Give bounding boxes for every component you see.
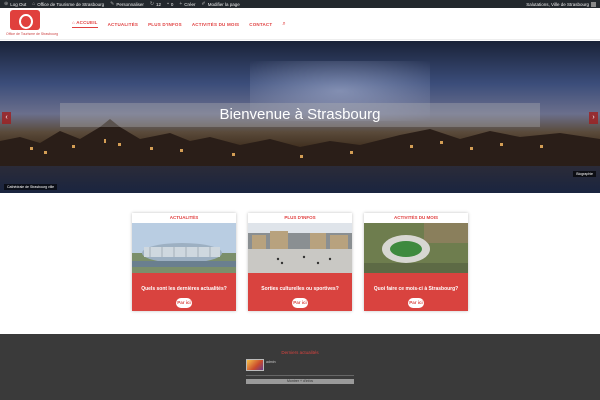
adminbar-greeting: Salutations, Ville de Strasbourg <box>526 1 589 7</box>
nav-activites-du-mois[interactable]: Activités du mois <box>192 22 239 27</box>
adminbar-logout[interactable]: ⊕ Log Out <box>4 1 26 7</box>
card-button[interactable]: Par ici <box>292 298 308 308</box>
adminbar-account[interactable]: Salutations, Ville de Strasbourg <box>526 1 596 7</box>
card-text: Sorties culturelles ou sportives? <box>261 286 339 292</box>
bubble-icon: ▪ <box>167 1 169 7</box>
logo-mark-icon <box>10 10 40 30</box>
hero-title: Bienvenue à Strasbourg <box>60 103 540 127</box>
chevron-left-icon[interactable]: ‹ <box>2 112 11 124</box>
adminbar-site[interactable]: ⌂ Office de Tourisme de Strasbourg <box>32 1 104 7</box>
avatar <box>591 1 596 7</box>
main-nav: ⌂ Accueil Actualités Plus d'infos Activi… <box>72 20 286 28</box>
card-heading: Actualités <box>132 213 236 223</box>
nav-plus-dinfos[interactable]: Plus d'infos <box>148 22 182 27</box>
site-header: Office de Tourisme de Strasbourg ⌂ Accue… <box>0 8 600 40</box>
adminbar-updates[interactable]: ↻ 12 <box>150 1 161 7</box>
search-icon[interactable]: ⌕ <box>282 21 286 28</box>
card-text: Quels sont les dernières actualités? <box>141 286 227 292</box>
adminbar-site-label: Office de Tourisme de Strasbourg <box>37 1 105 7</box>
adminbar-edit-page[interactable]: ✐ Modifier la page <box>202 1 240 7</box>
adminbar-customize-label: Personnaliser <box>116 1 144 7</box>
post-meta: admin <box>266 360 276 364</box>
adminbar-updates-count: 12 <box>156 1 162 7</box>
adminbar-new[interactable]: + Créer <box>179 1 195 7</box>
brush-icon: ✎ <box>110 1 115 7</box>
card-button[interactable]: Par ici <box>408 298 424 308</box>
more-info-button[interactable]: Montrer + d'infos <box>246 379 354 384</box>
card-actualites: Actualités Quels sont les dernières actu… <box>132 213 236 311</box>
site-logo[interactable]: Office de Tourisme de Strasbourg <box>6 10 59 38</box>
hero-river <box>0 166 600 193</box>
logo-text: Office de Tourisme de Strasbourg <box>6 32 59 36</box>
plus-icon: + <box>179 1 183 7</box>
nav-contact[interactable]: Contact <box>249 22 272 27</box>
footer-title: Derniers actualités <box>281 350 319 355</box>
nav-actualites[interactable]: Actualités <box>108 22 139 27</box>
adminbar-customize[interactable]: ✎ Personnaliser <box>110 1 144 7</box>
card-image <box>132 223 236 273</box>
wordpress-icon: ⊕ <box>4 1 9 7</box>
edit-icon: ✐ <box>201 1 206 7</box>
chevron-right-icon[interactable]: › <box>589 112 598 124</box>
comment-icon: ↻ <box>149 1 155 7</box>
nav-accueil[interactable]: ⌂ Accueil <box>72 20 98 28</box>
admin-bar: ⊕ Log Out ⌂ Office de Tourisme de Strasbou… <box>0 0 600 8</box>
adminbar-comments-count: 0 <box>170 1 174 7</box>
post-thumbnail[interactable] <box>246 359 264 371</box>
card-activites-du-mois: Activités du mois Quoi faire ce mois-ci … <box>364 213 468 311</box>
card-plus-dinfos: Plus d'infos Sorties culturelles ou spor… <box>248 213 352 311</box>
adminbar-logout-label: Log Out <box>10 1 27 7</box>
card-heading: Plus d'infos <box>248 213 352 223</box>
card-text: Quoi faire ce mois-ci à Strasbourg? <box>373 286 459 292</box>
hero-toggle-button[interactable]: Biographie <box>573 171 596 177</box>
divider <box>246 375 354 376</box>
card-button[interactable]: Par ici <box>176 298 192 308</box>
adminbar-new-label: Créer <box>184 1 196 7</box>
home-icon: ⌂ <box>32 1 36 7</box>
adminbar-comments[interactable]: ▪ 0 <box>167 1 173 7</box>
card-image <box>364 223 468 273</box>
nav-accueil-label: Accueil <box>76 20 98 25</box>
site-footer: Derniers actualités admin Montrer + d'in… <box>0 334 600 400</box>
hero-caption: Cathédrale de Strasbourg ville <box>4 184 58 190</box>
adminbar-edit-label: Modifier la page <box>207 1 240 7</box>
card-image <box>248 223 352 273</box>
card-heading: Activités du mois <box>364 213 468 223</box>
feature-cards: Actualités Quels sont les dernières actu… <box>132 213 468 313</box>
